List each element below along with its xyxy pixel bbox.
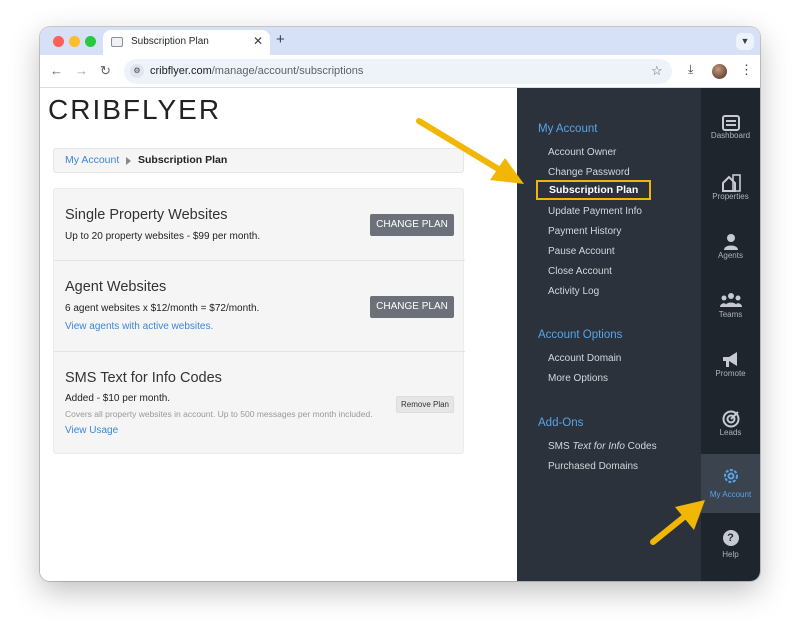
change-plan-button[interactable]: CHANGE PLAN bbox=[370, 296, 454, 318]
rail-label: Agents bbox=[718, 251, 743, 260]
plan-title: SMS Text for Info Codes bbox=[65, 370, 222, 386]
account-sidebar: My Account Account Owner Change Password… bbox=[517, 88, 701, 581]
site-logo[interactable]: CRIBFLYER bbox=[48, 94, 221, 126]
menu-payment-history[interactable]: Payment History bbox=[548, 226, 621, 237]
menu-subscription-plan[interactable]: Subscription Plan bbox=[536, 180, 652, 200]
rail-my-account[interactable]: My Account bbox=[701, 454, 760, 513]
rail-agents[interactable]: Agents bbox=[701, 221, 760, 280]
rail-label: Leads bbox=[719, 428, 742, 437]
menu-change-password[interactable]: Change Password bbox=[548, 167, 630, 178]
rail-label: My Account bbox=[709, 490, 752, 499]
section-title-add-ons: Add-Ons bbox=[538, 417, 584, 429]
browser-window: Subscription Plan ✕ + ▼ ← → ↻ ⚙ cribflye… bbox=[40, 27, 760, 581]
rail-help[interactable]: ? Help bbox=[701, 514, 760, 573]
plan-description: Added - $10 per month. bbox=[65, 393, 171, 404]
page-content: CRIBFLYER My Account Subscription Plan S… bbox=[40, 88, 760, 581]
back-arrow-icon[interactable]: ← bbox=[50, 63, 63, 78]
favicon-icon bbox=[111, 37, 123, 47]
breadcrumb-my-account-link[interactable]: My Account bbox=[65, 154, 119, 166]
close-window-button[interactable] bbox=[53, 36, 64, 47]
menu-sms-codes[interactable]: SMS Text for Info Codes bbox=[548, 441, 657, 452]
rail-promote[interactable]: Promote bbox=[701, 339, 760, 398]
tab-close-icon[interactable]: ✕ bbox=[253, 34, 263, 48]
icon-rail: Dashboard Properties Agents Teams Promot… bbox=[701, 88, 760, 581]
view-agents-link[interactable]: View agents with active websites. bbox=[65, 321, 213, 332]
rail-label: Dashboard bbox=[710, 131, 751, 140]
plan-note: Covers all property websites in account.… bbox=[65, 409, 373, 419]
rail-label: Help bbox=[722, 550, 739, 559]
menu-activity-log[interactable]: Activity Log bbox=[548, 286, 599, 297]
rail-teams[interactable]: Teams bbox=[701, 280, 760, 339]
plan-single-property: Single Property Websites Up to 20 proper… bbox=[54, 189, 465, 261]
forward-arrow-icon[interactable]: → bbox=[75, 63, 88, 78]
bookmark-star-icon[interactable]: ☆ bbox=[651, 63, 663, 79]
address-toolbar: ← → ↻ ⚙ cribflyer.com/manage/account/sub… bbox=[40, 55, 760, 88]
menu-account-domain[interactable]: Account Domain bbox=[548, 353, 621, 364]
plan-description: 6 agent websites x $12/month = $72/month… bbox=[65, 303, 260, 314]
rail-label: Teams bbox=[718, 310, 743, 319]
rail-properties[interactable]: Properties bbox=[701, 162, 760, 221]
url-path: /manage/account/subscriptions bbox=[211, 65, 364, 77]
rail-dashboard[interactable]: Dashboard bbox=[701, 103, 760, 162]
tab-bar: Subscription Plan ✕ + ▼ bbox=[40, 27, 760, 55]
change-plan-button[interactable]: CHANGE PLAN bbox=[370, 214, 454, 236]
url-domain: cribflyer.com bbox=[150, 65, 212, 77]
rail-leads[interactable]: Leads bbox=[701, 398, 760, 457]
section-title-account-options: Account Options bbox=[538, 329, 623, 341]
menu-update-payment-info[interactable]: Update Payment Info bbox=[548, 206, 642, 217]
plan-title: Single Property Websites bbox=[65, 207, 228, 223]
breadcrumb-current: Subscription Plan bbox=[138, 154, 228, 166]
plan-sms-text: SMS Text for Info Codes Added - $10 per … bbox=[54, 352, 465, 455]
menu-account-owner[interactable]: Account Owner bbox=[548, 147, 616, 158]
section-title-my-account: My Account bbox=[538, 123, 598, 135]
url-text[interactable]: cribflyer.com/manage/account/subscriptio… bbox=[150, 65, 363, 77]
maximize-window-button[interactable] bbox=[85, 36, 96, 47]
breadcrumb: My Account Subscription Plan bbox=[53, 148, 464, 173]
new-tab-icon[interactable]: + bbox=[276, 31, 285, 48]
plans-panel: Single Property Websites Up to 20 proper… bbox=[53, 188, 465, 455]
address-bar[interactable]: ⚙ cribflyer.com/manage/account/subscript… bbox=[124, 59, 672, 84]
site-info-icon[interactable]: ⚙ bbox=[130, 64, 144, 78]
plan-agent-websites: Agent Websites 6 agent websites x $12/mo… bbox=[54, 261, 465, 352]
browser-menu-icon[interactable]: ⋮ bbox=[740, 62, 753, 78]
sms-italic: Text for Info bbox=[572, 441, 625, 452]
question-mark: ? bbox=[722, 530, 739, 546]
menu-pause-account[interactable]: Pause Account bbox=[548, 246, 615, 257]
rail-label: Properties bbox=[712, 192, 749, 201]
menu-purchased-domains[interactable]: Purchased Domains bbox=[548, 461, 638, 472]
profile-avatar[interactable] bbox=[712, 64, 727, 79]
remove-plan-button[interactable]: Remove Plan bbox=[396, 396, 454, 413]
breadcrumb-separator-icon bbox=[126, 157, 131, 165]
menu-close-account[interactable]: Close Account bbox=[548, 266, 612, 277]
tab-title: Subscription Plan bbox=[131, 36, 209, 47]
sms-prefix: SMS bbox=[548, 441, 573, 452]
download-icon[interactable]: ⤓ bbox=[688, 62, 693, 77]
view-usage-link[interactable]: View Usage bbox=[65, 425, 118, 436]
minimize-window-button[interactable] bbox=[69, 36, 80, 47]
screenshot-stage: Subscription Plan ✕ + ▼ ← → ↻ ⚙ cribflye… bbox=[0, 0, 800, 634]
plan-title: Agent Websites bbox=[65, 279, 167, 295]
sms-suffix: Codes bbox=[624, 441, 657, 452]
rail-label: Promote bbox=[715, 369, 746, 378]
gear-icon bbox=[701, 467, 760, 490]
browser-tab[interactable]: Subscription Plan ✕ bbox=[103, 30, 270, 55]
reload-icon[interactable]: ↻ bbox=[100, 63, 111, 79]
plan-description: Up to 20 property websites - $99 per mon… bbox=[65, 231, 261, 242]
help-icon: ? bbox=[701, 528, 760, 546]
tab-search-chevron-icon[interactable]: ▼ bbox=[736, 33, 754, 50]
menu-more-options[interactable]: More Options bbox=[548, 373, 608, 384]
